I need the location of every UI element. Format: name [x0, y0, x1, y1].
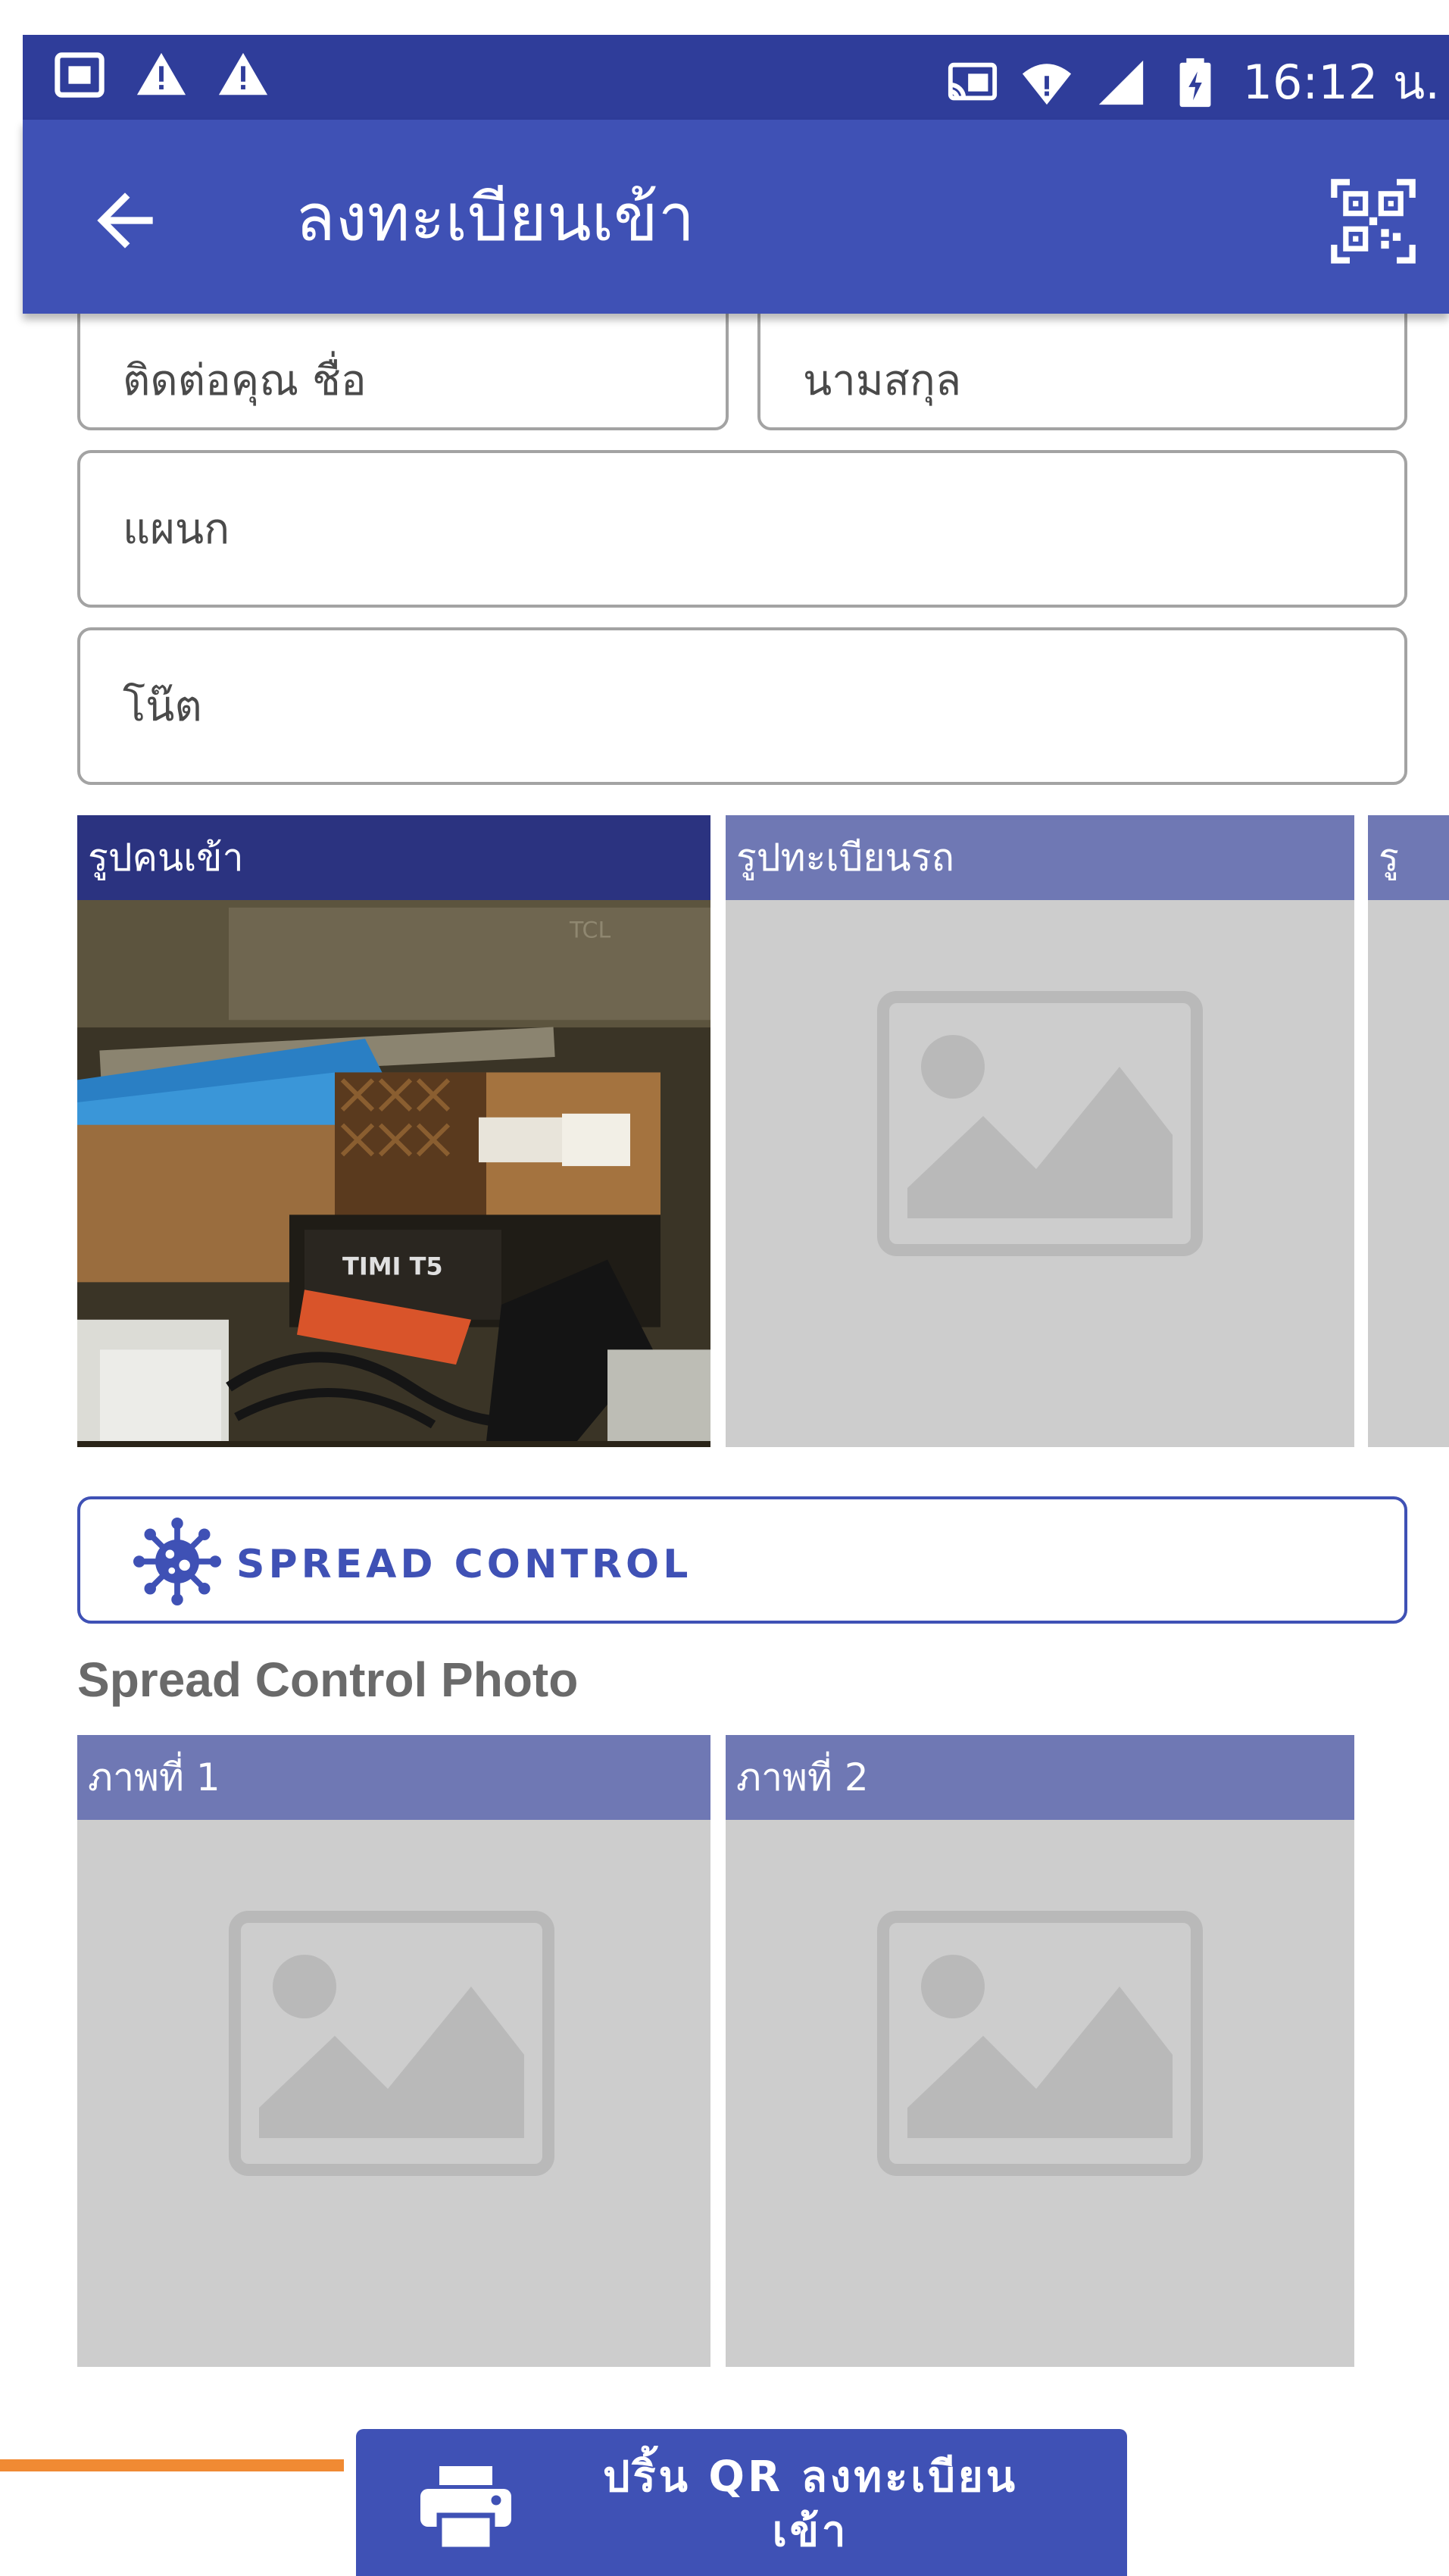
- wifi-icon: [1022, 64, 1071, 105]
- spread-control-button[interactable]: SPREAD CONTROL: [77, 1496, 1407, 1624]
- orange-accent-line: [0, 2459, 344, 2471]
- spread-photo-2-label: ภาพที่ 2: [726, 1735, 1354, 1820]
- contact-last-name-input[interactable]: [760, 303, 1404, 427]
- box-label-tcl: TCL: [569, 918, 611, 944]
- contact-first-name-field[interactable]: [77, 300, 729, 430]
- box-label-timi: TIMI T5: [342, 1252, 443, 1281]
- status-time: 16:12 น.: [1242, 55, 1440, 110]
- license-plate-photo-tile[interactable]: รูปทะเบียนรถ: [726, 815, 1354, 1447]
- person-photo-tile[interactable]: TCL TIMI T5 รูปคนเข้า: [77, 815, 710, 1447]
- screenshot-icon: [55, 52, 105, 98]
- note-field[interactable]: [77, 627, 1407, 785]
- battery-icon: [1179, 58, 1210, 108]
- arrow-left-icon[interactable]: [83, 179, 167, 262]
- extra-photo-tile[interactable]: รู: [1368, 815, 1449, 1447]
- warning-icon: [218, 52, 268, 95]
- extra-photo-label: รู: [1368, 815, 1449, 900]
- spread-photo-1-label: ภาพที่ 1: [77, 1735, 710, 1820]
- warning-icon: [136, 52, 186, 95]
- print-qr-label-line1: ปริ้น QR ลงทะเบียน: [602, 2453, 1019, 2502]
- spread-photo-2-tile[interactable]: ภาพที่ 2: [726, 1735, 1354, 2367]
- signal-icon: [1098, 60, 1143, 105]
- contact-first-name-input[interactable]: [80, 303, 726, 427]
- spread-control-label: SPREAD CONTROL: [236, 1542, 692, 1587]
- qr-code-scan-icon[interactable]: [1326, 174, 1420, 268]
- virus-icon: [133, 1518, 221, 1605]
- status-bar: 16:12 น.: [23, 35, 1449, 120]
- contact-last-name-field[interactable]: [757, 300, 1407, 430]
- department-field[interactable]: [77, 450, 1407, 608]
- app-bar: ลงทะเบียนเข้า: [23, 120, 1449, 314]
- person-photo-label: รูปคนเข้า: [77, 815, 710, 900]
- image-placeholder-icon: [229, 1911, 554, 2176]
- print-qr-label: ปริ้น QR ลงทะเบียน เข้า: [538, 2450, 1083, 2559]
- image-placeholder-icon: [877, 991, 1203, 1256]
- department-input[interactable]: [80, 453, 1404, 605]
- spread-control-photo-title: Spread Control Photo: [77, 1652, 579, 1707]
- image-placeholder-icon: [877, 1911, 1203, 2176]
- print-qr-label-line2: เข้า: [772, 2507, 849, 2556]
- license-plate-photo-label: รูปทะเบียนรถ: [726, 815, 1354, 900]
- spread-photo-1-tile[interactable]: ภาพที่ 1: [77, 1735, 710, 2367]
- captured-photo: TCL TIMI T5: [77, 900, 710, 1441]
- cast-icon: [948, 62, 997, 101]
- page-title: ลงทะเบียนเข้า: [295, 180, 695, 256]
- note-input[interactable]: [80, 630, 1404, 782]
- print-qr-button[interactable]: ปริ้น QR ลงทะเบียน เข้า: [356, 2429, 1127, 2576]
- printer-icon: [420, 2466, 511, 2553]
